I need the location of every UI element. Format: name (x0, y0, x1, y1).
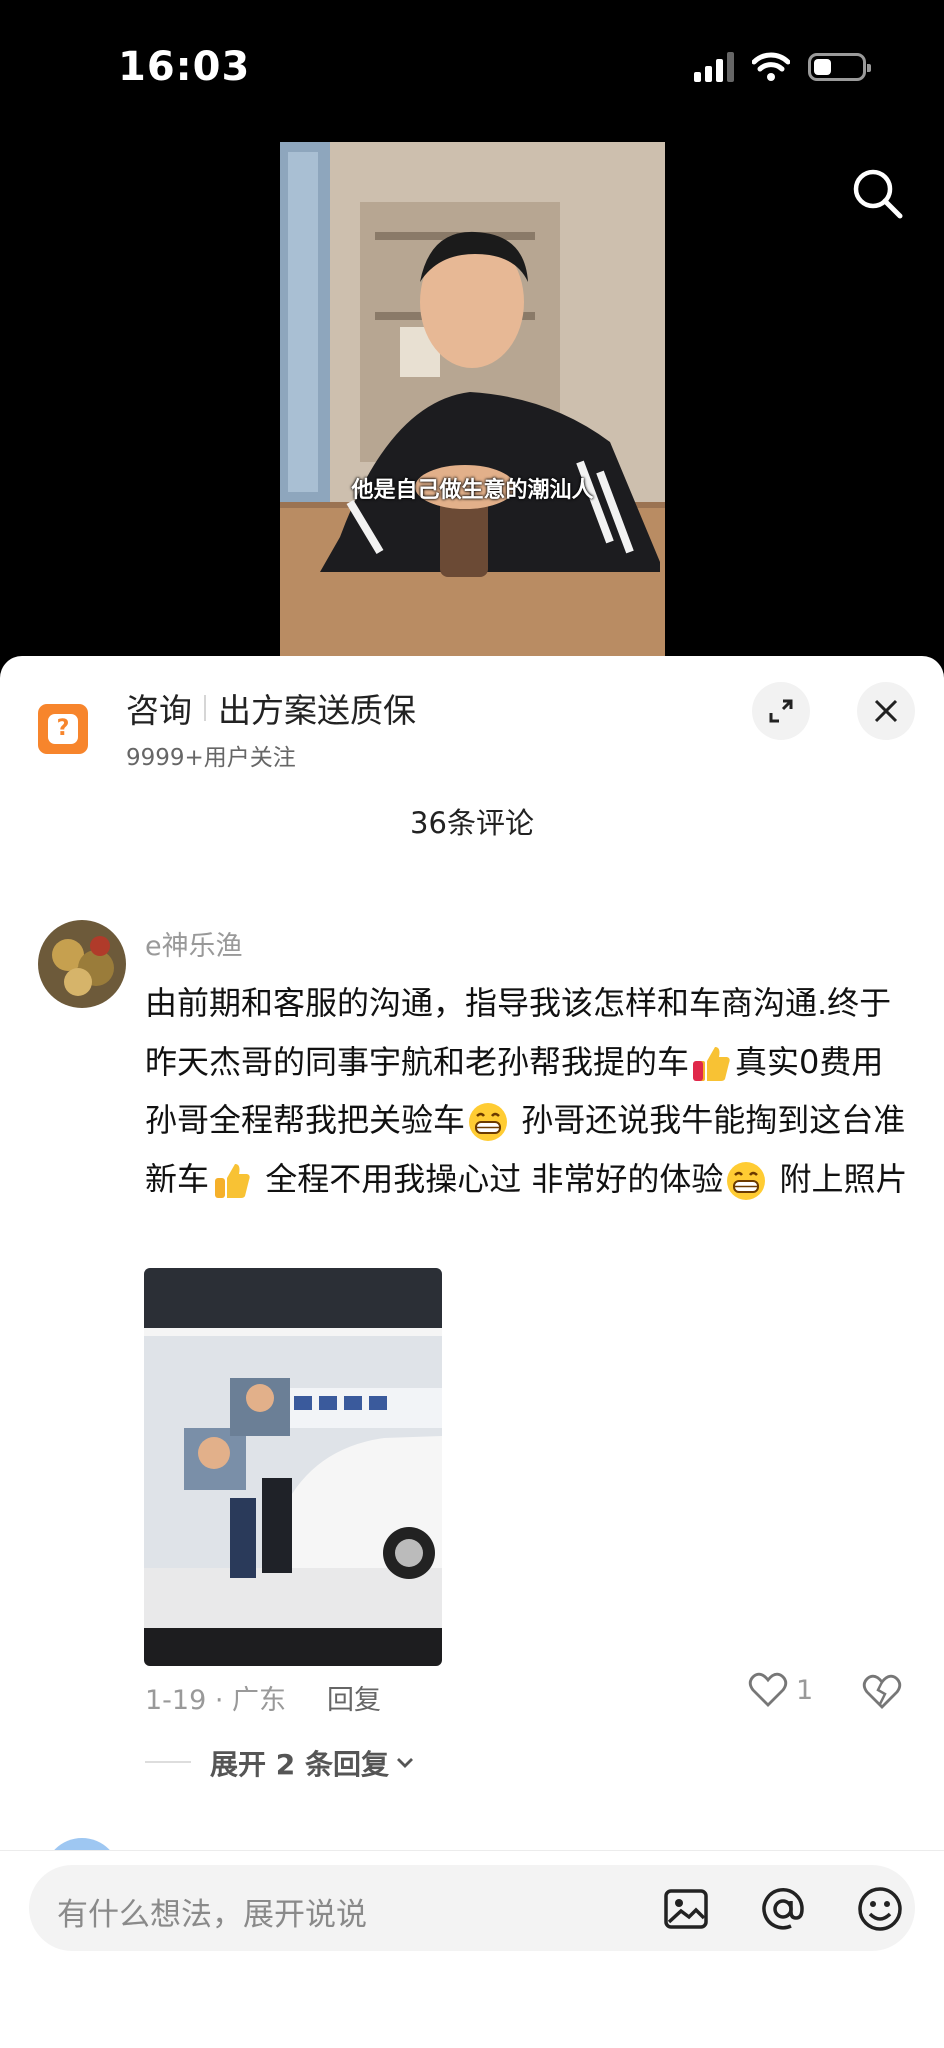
promo-title-right: 出方案送质保 (218, 691, 416, 730)
comment-input-bar: 有什么想法，展开说说 (0, 1850, 944, 2048)
grin-emoji-icon (727, 1161, 766, 1200)
video-player[interactable]: 他是自己做生意的潮汕人 (280, 142, 665, 656)
promo-title-left: 咨询 (126, 691, 192, 730)
grin-emoji-icon (469, 1103, 508, 1141)
status-icons (694, 52, 871, 82)
comment-text: 由前期和客服的沟通，指导我该怎样和车商沟通.终于昨天杰哥的同事宇航和老孙帮我提的… (145, 974, 915, 1208)
comments-sheet: ? 咨询 出方案送质保 9999+用户关注 36条评论 e神乐渔 由前期和客服的 (0, 656, 944, 2048)
like-count: 1 (796, 1674, 814, 1706)
signal-icon (694, 52, 734, 82)
at-icon[interactable] (758, 1884, 808, 1934)
close-icon (874, 699, 898, 723)
avatar[interactable] (38, 920, 126, 1008)
battery-icon (808, 53, 871, 81)
comment-text-part: 全程不用我操心过 非常好的体验 (255, 1159, 724, 1198)
image-icon[interactable] (661, 1884, 711, 1934)
comment-photo[interactable] (144, 1268, 442, 1666)
comments-count: 36条评论 (410, 806, 534, 840)
close-button[interactable] (857, 682, 915, 740)
broken-heart-icon (862, 1674, 902, 1709)
video-subtitle: 他是自己做生意的潮汕人 (351, 478, 594, 503)
thumbs-up-icon (693, 1046, 730, 1081)
thumbs-up-icon (215, 1163, 250, 1198)
like-button[interactable]: 1 (748, 1672, 813, 1708)
comment-input-placeholder: 有什么想法，展开说说 (57, 1897, 367, 1933)
promo-title[interactable]: 咨询 出方案送质保 (126, 684, 416, 732)
comment-username[interactable]: e神乐渔 (145, 924, 243, 963)
emoji-icon[interactable] (855, 1884, 905, 1934)
heart-icon (748, 1672, 788, 1707)
expand-replies-button[interactable]: 展开 2 条回复 (210, 1743, 415, 1783)
chevron-down-icon (396, 1758, 413, 1768)
search-button[interactable] (848, 164, 908, 224)
expand-icon (769, 699, 793, 723)
consult-logo[interactable]: ? (38, 704, 88, 754)
video-frame (280, 142, 665, 656)
wifi-icon (752, 52, 790, 81)
expand-replies-label: 展开 2 条回复 (210, 1748, 389, 1781)
promo-subtitle: 9999+用户关注 (126, 745, 296, 771)
reply-button[interactable]: 回复 (327, 1678, 381, 1717)
expand-divider (145, 1761, 191, 1763)
expand-button[interactable] (752, 682, 810, 740)
comment-text-part: 附上照片 (769, 1159, 908, 1198)
promo-divider (204, 695, 206, 721)
question-icon: ? (48, 714, 78, 744)
comment-date-location: 1-19 · 广东 (145, 1685, 287, 1716)
search-icon (853, 169, 903, 219)
dislike-button[interactable] (862, 1674, 902, 1714)
comment-input[interactable]: 有什么想法，展开说说 (29, 1865, 915, 1951)
status-time: 16:03 (118, 44, 251, 90)
